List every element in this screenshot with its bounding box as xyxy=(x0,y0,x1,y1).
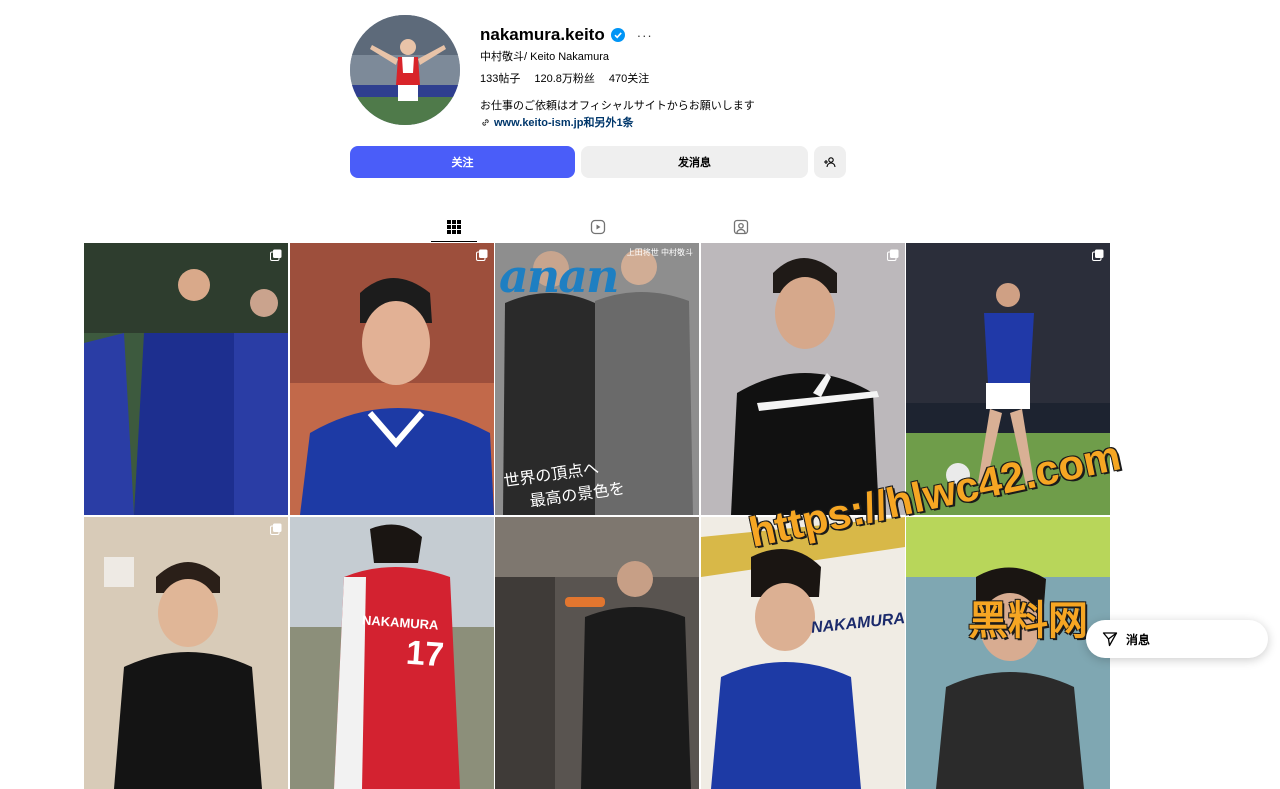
profile-username: nakamura.keito xyxy=(480,25,605,44)
multiple-photos-icon xyxy=(270,249,282,261)
post-image xyxy=(84,243,288,515)
post-thumbnail[interactable]: GO xyxy=(906,516,1110,789)
suggested-users-button[interactable] xyxy=(814,146,846,178)
multiple-photos-icon xyxy=(270,523,282,535)
multiple-photos-icon xyxy=(1092,249,1104,261)
post-thumbnail[interactable] xyxy=(289,243,494,515)
post-image xyxy=(700,516,905,789)
profile-avatar[interactable] xyxy=(350,15,460,125)
post-thumbnail[interactable] xyxy=(84,243,288,515)
tab-tagged[interactable] xyxy=(718,212,764,242)
post-image xyxy=(700,243,905,515)
profile-stats: 133帖子 120.8万粉丝 470关注 xyxy=(480,70,649,86)
profile-fullname: 中村敬斗/ Keito Nakamura xyxy=(480,51,609,63)
post-thumbnail[interactable] xyxy=(700,243,905,515)
profile-bio: お仕事のご依頼はオフィシャルサイトからお願いします xyxy=(480,100,755,112)
add-person-icon xyxy=(824,157,836,168)
profile-link[interactable]: www.keito-ism.jp和另外1条 xyxy=(480,114,634,130)
follow-button[interactable]: 关注 xyxy=(350,146,575,178)
send-icon xyxy=(1102,632,1118,647)
link-icon xyxy=(482,118,489,126)
messages-button[interactable]: 消息 xyxy=(1086,620,1268,658)
post-thumbnail[interactable]: NAKAMURA 17 xyxy=(289,516,494,789)
followers-count[interactable]: 120.8万粉丝 xyxy=(534,70,595,86)
grid-icon xyxy=(447,220,461,234)
posts-grid: anan 上田将世 中村敬斗 世界の頂点へ 最高の景色を NAKAMURA 17… xyxy=(84,243,1111,789)
messages-label: 消息 xyxy=(1126,632,1151,647)
following-count[interactable]: 470关注 xyxy=(609,70,649,86)
magazine-logo: anan xyxy=(499,249,619,303)
reels-icon xyxy=(590,219,606,235)
profile-link-text[interactable]: www.keito-ism.jp和另外1条 xyxy=(494,114,634,130)
post-thumbnail[interactable] xyxy=(495,516,699,789)
more-options-button[interactable]: ··· xyxy=(637,28,653,43)
verified-badge-icon xyxy=(610,28,625,42)
post-image xyxy=(84,516,288,789)
message-button[interactable]: 发消息 xyxy=(581,146,808,178)
watermark-text: 黑料网 xyxy=(968,599,1088,643)
post-thumbnail[interactable]: anan 上田将世 中村敬斗 世界の頂点へ 最高の景色を xyxy=(495,243,699,515)
multiple-photos-icon xyxy=(475,249,487,261)
post-thumbnail[interactable]: NAKAMURA xyxy=(700,516,905,789)
posts-count[interactable]: 133帖子 xyxy=(480,70,520,86)
jersey-number: 17 xyxy=(404,633,445,674)
tagged-icon xyxy=(733,219,749,235)
magazine-logo: GO xyxy=(920,526,961,557)
tab-reels[interactable] xyxy=(575,212,621,242)
post-image xyxy=(495,516,699,789)
multiple-photos-icon xyxy=(886,249,898,261)
post-image xyxy=(289,516,494,789)
post-thumbnail[interactable] xyxy=(84,516,288,789)
magazine-top-text: 上田将世 中村敬斗 xyxy=(626,248,693,257)
post-image xyxy=(289,243,494,515)
tab-posts[interactable] xyxy=(431,212,477,242)
